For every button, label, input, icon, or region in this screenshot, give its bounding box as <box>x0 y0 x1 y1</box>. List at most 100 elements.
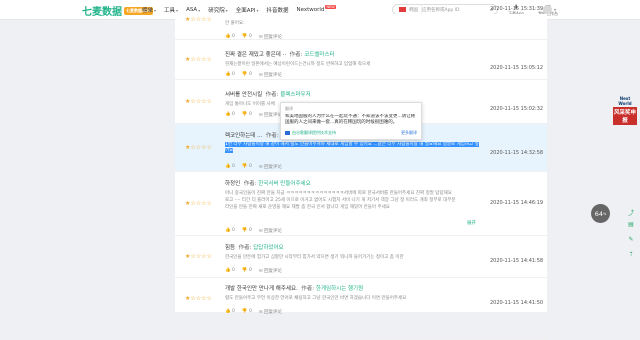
review-body: 현재는잘이런 일본에서는 예상이런이드는건니까 정도 반복하고 입업해 락으세 <box>225 62 371 67</box>
reply-button[interactable]: ✉ 回复评论 <box>259 228 282 234</box>
side-ad-banner[interactable]: Next World 风采奖申报 <box>613 96 637 125</box>
review-actions: 👍 0 👎 0 ✉ 回复评论 <box>225 164 282 170</box>
reply-button[interactable]: ✉ 回复评论 <box>259 112 282 118</box>
star-rating: ★☆☆☆☆ <box>185 16 212 23</box>
dislike-count: 0 <box>248 228 252 233</box>
review-actions: 👍 0 👎 0 ✉ 回复评论 <box>225 228 282 234</box>
reply-label: 回复评论 <box>264 310 283 315</box>
review-body: 한국인을 만든에 힘가고 심할만 시작부터 힘가서 약으면 생기 뭐니까 들어가… <box>225 255 404 260</box>
review-date: 2020-11-15 14:41:58 <box>490 258 544 264</box>
dislike-count: 0 <box>248 268 252 273</box>
star-rating: ★☆☆☆☆ <box>185 200 212 207</box>
review-title-text: 렉코인하는데 ... <box>225 133 263 139</box>
review-actions: 👍 0 👎 0 ✉ 回复评论 <box>225 72 282 78</box>
review-list: ★☆☆☆☆ 안 풀어요. 👍 0 👎 0 ✉ 回复评论 2020-11-15 15… <box>175 6 547 340</box>
ad-label: 风采奖申报 <box>613 107 637 125</box>
dislike-count: 0 <box>248 112 252 117</box>
reply-button[interactable]: ✉ 回复评论 <box>259 309 282 315</box>
review-title: 개발 한국인만 만나게 해주세요. 作者: 한게임하시는 행기원 <box>225 284 363 292</box>
brand-name: 七麦数据 <box>82 7 122 18</box>
review-row <box>175 320 547 340</box>
more-translation-link[interactable]: 更多翻译 <box>401 130 417 136</box>
author-label: 作者: <box>301 286 315 292</box>
like-button[interactable]: 👍 0 <box>225 164 235 170</box>
like-button[interactable]: 👍 0 <box>225 112 235 118</box>
edit-icon[interactable]: ✎ <box>626 236 636 245</box>
author-name[interactable]: 답답하었어요 <box>253 245 283 251</box>
speed-unit: % <box>602 211 607 216</box>
dislike-button[interactable]: 👎 0 <box>242 228 252 234</box>
review-body: 안 풀어요. <box>225 21 245 26</box>
like-count: 0 <box>232 164 235 169</box>
reply-button[interactable]: ✉ 回复评论 <box>259 268 282 274</box>
reply-label: 回复评论 <box>264 269 283 274</box>
dislike-button[interactable]: 👎 0 <box>242 309 252 315</box>
review-actions: 👍 0 👎 0 ✉ 回复评论 <box>225 309 282 315</box>
chevron-down-icon[interactable]: ▾ <box>554 7 556 12</box>
review-title: 하정인 作者: 한국서버 만들어주세요 <box>225 179 311 187</box>
dislike-button[interactable]: 👎 0 <box>242 164 252 170</box>
translation-source: 由谷歌翻译提供技术支持 <box>285 130 336 136</box>
review-date: 2020-11-15 14:46:19 <box>490 200 544 206</box>
expand-link[interactable]: 展开 <box>467 220 476 226</box>
like-count: 0 <box>232 228 235 233</box>
popup-label: 翻译 <box>285 106 293 111</box>
review-title-text: 서버를 안전시킬 <box>225 92 263 98</box>
author-name[interactable]: 한게임하시는 행기원 <box>316 286 363 292</box>
like-button[interactable]: 👍 0 <box>225 268 235 274</box>
nav-label: 工具 <box>164 8 176 14</box>
review-body: 아니 중국인들이 진짜 만들 지금 ㅋㅋㅋㅋㅋㅋㅋㅋㅋㅋㅋㅋㅋㅋ서버에 따로 한… <box>225 191 452 196</box>
review-title-text: 진짜 결은 재밌고 좋은데 ·· <box>225 52 287 58</box>
dislike-count: 0 <box>248 164 252 169</box>
review-date: 2020-11-15 15:02:32 <box>490 106 544 112</box>
review-row: ★☆☆☆☆ 개발 한국인만 만나게 해주세요. 作者: 한게임하시는 행기원 렬도 … <box>175 278 547 320</box>
review-title: 렉코인하는데 ... 作者: <box>225 131 279 139</box>
star-rating: ★☆☆☆☆ <box>185 144 212 151</box>
dislike-button[interactable]: 👎 0 <box>242 268 252 274</box>
top-icon[interactable]: ⇡ <box>626 251 636 260</box>
review-title-text: 힘듬 <box>225 245 236 251</box>
review-body: 1번 너무 사람들이랑 해 같이 해서 렬도 만들어주셔야 제대로 게임할 수 … <box>225 142 480 156</box>
review-title: 힘듬 作者: 답답하었어요 <box>225 243 284 251</box>
reply-label: 回复评论 <box>264 73 283 78</box>
nav-item-0[interactable]: 榜单 ▾ <box>142 6 157 15</box>
nav-label: 榜单 <box>142 8 154 14</box>
review-actions: 👍 0 👎 0 ✉ 回复评论 <box>225 112 282 118</box>
reply-button[interactable]: ✉ 回复评论 <box>259 72 282 78</box>
author-label: 作者: <box>289 52 303 58</box>
like-button[interactable]: 👍 0 <box>225 72 235 78</box>
author-name[interactable]: 한국서버 만들어주세요 <box>258 181 310 187</box>
like-button[interactable]: 👍 0 <box>225 309 235 315</box>
author-label: 作者: <box>238 245 252 251</box>
source-label: 由谷歌翻译提供技术支持 <box>292 130 336 135</box>
google-translate-icon <box>285 131 290 135</box>
reply-label: 回复评论 <box>264 229 283 234</box>
review-body-line3: 라인을 만들 진짜 새로 운영을 해요 제발 좀 한국 인서 합니다 게임 재밌… <box>225 205 390 210</box>
chevron-down-icon: ▾ <box>154 7 157 13</box>
review-row: ★☆☆☆☆ 안 풀어요. 👍 0 👎 0 ✉ 回复评论 2020-11-15 15… <box>175 0 547 40</box>
like-count: 0 <box>232 112 235 117</box>
popup-text: 和美地国服的人为什么在一起玩不通：不知道该不该变更...请让韩国服的人之间来做一… <box>285 114 416 125</box>
review-title-text: 하정인 <box>225 181 241 187</box>
review-row: ★☆☆☆☆ 진짜 결은 재밌고 좋은데 ·· 作者: 코드벨마스터현재는잘이런 일… <box>175 40 547 80</box>
selected-text: 1번 너무 사람들이랑 해 같이 해서 렬도 만들어주셔야 제대로 게임할 수 … <box>225 142 479 153</box>
share-icon[interactable]: ⤴ <box>626 208 636 217</box>
dislike-button[interactable]: 👎 0 <box>242 112 252 118</box>
dislike-count: 0 <box>248 34 252 39</box>
review-title: 서버를 안전시킬 作者: 블렉스마우저 <box>225 90 311 98</box>
star-rating: ★☆☆☆☆ <box>185 253 212 260</box>
author-label: 作者: <box>265 92 279 98</box>
dislike-button[interactable]: 👎 0 <box>242 72 252 78</box>
translation-popup: 翻译 和美地国服的人为什么在一起玩不通：不知道该不该变更...请让韩国服的人之间… <box>280 102 422 140</box>
review-body-line2: 로고 ···· 터간 더 플러어고 25세 이므로 이거고 없어도 시험지 서비… <box>225 198 456 203</box>
dislike-count: 0 <box>248 72 252 77</box>
author-name[interactable]: 코드벨마스터 <box>304 52 334 58</box>
like-count: 0 <box>232 72 235 77</box>
reply-label: 回复评论 <box>264 165 283 170</box>
reply-button[interactable]: ✉ 回复评论 <box>259 164 282 170</box>
author-name[interactable]: 블렉스마우저 <box>280 92 310 98</box>
star-rating: ★☆☆☆☆ <box>185 56 212 63</box>
speed-indicator[interactable]: 64% <box>591 204 610 223</box>
like-button[interactable]: 👍 0 <box>225 228 235 234</box>
feedback-icon[interactable]: ▤ <box>626 221 636 230</box>
